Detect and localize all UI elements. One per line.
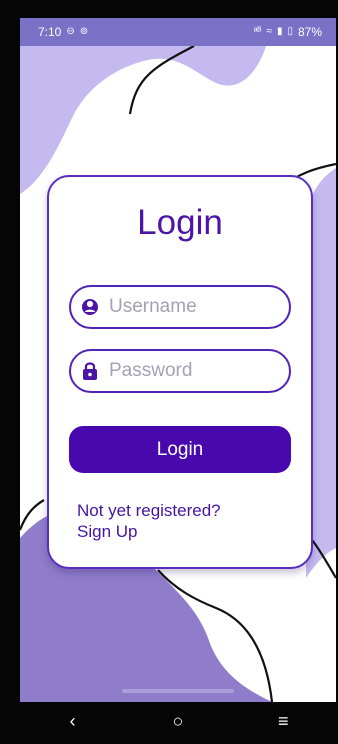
- login-button[interactable]: Login: [69, 426, 291, 473]
- wifi-icon: ≈: [266, 26, 272, 37]
- password-input[interactable]: [109, 360, 279, 382]
- battery-percent: 87%: [297, 25, 322, 39]
- status-circle-icon: ⊖: [66, 26, 75, 37]
- network-label: ᵃᴮ: [253, 26, 262, 37]
- login-card: Login Username Login Not yet registered?…: [47, 175, 313, 569]
- app-screen: 7:10 ⊖ ⊚ ᵃᴮ ≈ ▮ ▯ 87% Login Username Log…: [20, 18, 336, 702]
- status-bar: 7:10 ⊖ ⊚ ᵃᴮ ≈ ▮ ▯ 87%: [20, 18, 336, 46]
- top-left-purple-blob: [20, 46, 266, 194]
- time: 7:10: [38, 25, 62, 39]
- register-link[interactable]: Not yet registered? Sign Up: [77, 500, 221, 542]
- phone-frame: 7:10 ⊖ ⊚ ᵃᴮ ≈ ▮ ▯ 87% Login Username Log…: [0, 0, 338, 744]
- register-line-1: Not yet registered?: [77, 501, 221, 520]
- back-button[interactable]: ‹: [52, 711, 94, 732]
- signal-icon: ▮: [276, 26, 283, 37]
- register-line-2: Sign Up: [77, 522, 138, 541]
- username-field[interactable]: [69, 285, 291, 329]
- status-circle-icon: ⊚: [79, 26, 89, 37]
- status-left: 7:10 ⊖ ⊚: [38, 25, 88, 39]
- menu-button[interactable]: ≡: [262, 711, 304, 732]
- username-input[interactable]: [109, 296, 279, 318]
- login-title: Login: [137, 203, 223, 242]
- person-icon: [71, 287, 109, 327]
- lock-icon: [71, 351, 109, 391]
- home-indicator: [122, 689, 234, 693]
- password-field[interactable]: [69, 349, 291, 393]
- navigation-bar: ‹ ○ ≡: [20, 702, 336, 740]
- battery-icon: ▯: [287, 26, 293, 37]
- home-button[interactable]: ○: [157, 711, 199, 732]
- status-right: ᵃᴮ ≈ ▮ ▯ 87%: [254, 25, 322, 39]
